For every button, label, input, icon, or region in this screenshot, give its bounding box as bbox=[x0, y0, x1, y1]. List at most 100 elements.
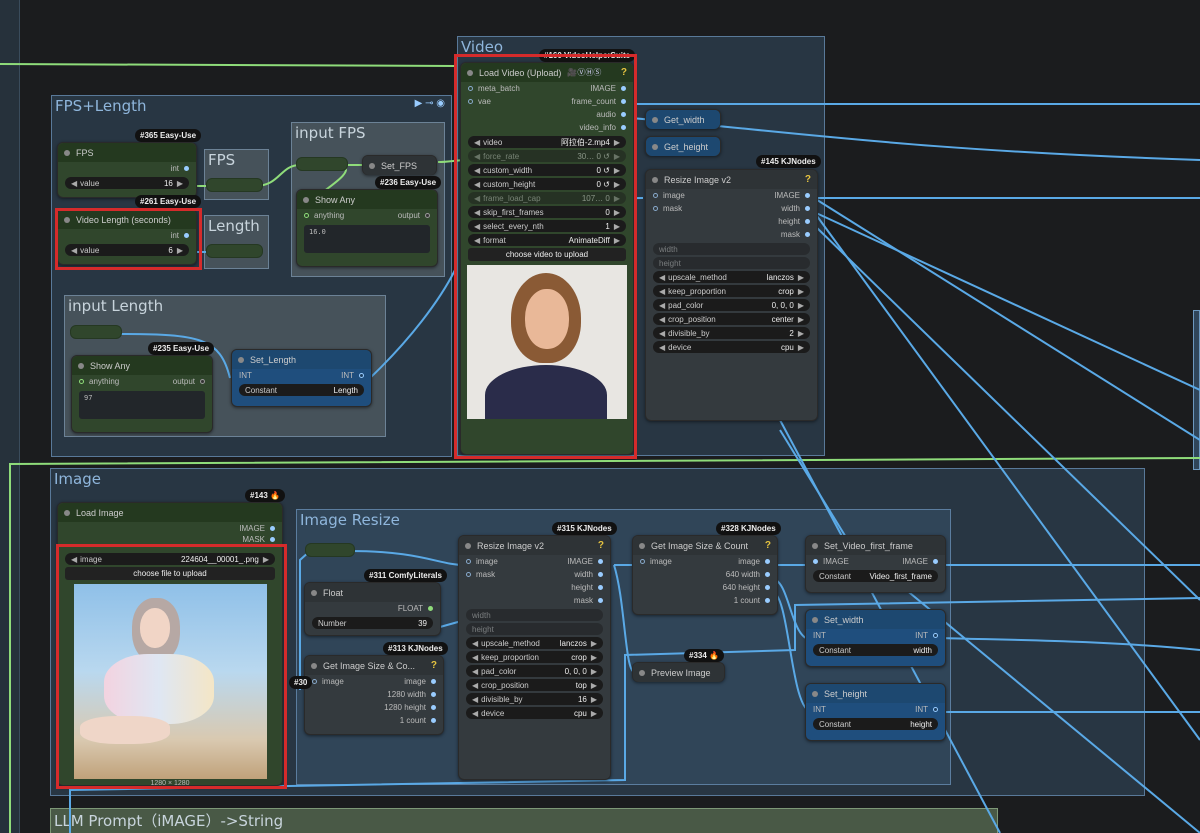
output-slot[interactable] bbox=[184, 166, 189, 171]
set-height-node[interactable]: Set_height INT INT Constant height bbox=[805, 683, 946, 741]
arrow-right-icon[interactable]: ▶ bbox=[591, 681, 597, 690]
output-slot[interactable] bbox=[765, 559, 770, 564]
input-slot[interactable] bbox=[640, 559, 645, 564]
arrow-right-icon[interactable]: ▶ bbox=[798, 329, 804, 338]
combo-widget[interactable]: ◀ keep_proportion crop ▶ bbox=[653, 285, 810, 297]
input-slot[interactable] bbox=[312, 679, 317, 684]
value-widget[interactable]: ◀ value 16 ▶ bbox=[65, 177, 189, 189]
arrow-left-icon[interactable]: ◀ bbox=[472, 639, 478, 648]
output-slot[interactable] bbox=[621, 125, 626, 130]
set-video-first-frame-node[interactable]: Set_Video_first_frame IMAGE IMAGE Constan… bbox=[805, 535, 946, 593]
output-slot[interactable] bbox=[598, 572, 603, 577]
arrow-left-icon[interactable]: ◀ bbox=[659, 287, 665, 296]
output-slot[interactable] bbox=[805, 219, 810, 224]
combo-widget[interactable]: ◀ crop_position center ▶ bbox=[653, 313, 810, 325]
node-canvas[interactable]: Video FPS+Length ▶ ⊸ ◉ input FPS FPS Len… bbox=[0, 0, 1200, 833]
output-slot[interactable] bbox=[621, 99, 626, 104]
arrow-left-icon[interactable]: ◀ bbox=[659, 315, 665, 324]
arrow-left-icon[interactable]: ◀ bbox=[659, 329, 665, 338]
group-fps-small[interactable]: FPS bbox=[204, 149, 269, 200]
combo-widget[interactable]: ◀ custom_height 0 ↺ ▶ bbox=[468, 178, 626, 190]
combo-widget[interactable]: ◀ skip_first_frames 0 ▶ bbox=[468, 206, 626, 218]
arrow-right-icon[interactable]: ▶ bbox=[798, 287, 804, 296]
arrow-right-icon[interactable]: ▶ bbox=[591, 667, 597, 676]
combo-widget[interactable]: ◀ keep_proportion crop ▶ bbox=[466, 651, 603, 663]
combo-widget[interactable]: ◀ device cpu ▶ bbox=[466, 707, 603, 719]
arrow-left-icon[interactable]: ◀ bbox=[472, 681, 478, 690]
preview-image-node[interactable]: Preview Image bbox=[632, 662, 725, 682]
arrow-right-icon[interactable]: ▶ bbox=[614, 222, 620, 231]
output-slot[interactable] bbox=[805, 193, 810, 198]
get-height-node[interactable]: Get_height bbox=[645, 136, 721, 156]
arrow-right-icon[interactable]: ▶ bbox=[614, 236, 620, 245]
output-slot[interactable] bbox=[270, 536, 275, 542]
reroute-node[interactable] bbox=[296, 157, 348, 171]
arrow-left-icon[interactable]: ◀ bbox=[474, 194, 480, 203]
input-slot[interactable] bbox=[468, 99, 473, 104]
combo-widget[interactable]: ◀ pad_color 0, 0, 0 ▶ bbox=[466, 665, 603, 677]
arrow-right-icon[interactable]: ▶ bbox=[798, 273, 804, 282]
arrow-left-icon[interactable]: ◀ bbox=[659, 343, 665, 352]
arrow-right-icon[interactable]: ▶ bbox=[798, 315, 804, 324]
combo-widget[interactable]: ◀ frame_load_cap 107… 0 ▶ bbox=[468, 192, 626, 204]
output-slot[interactable] bbox=[270, 526, 275, 531]
input-slot[interactable] bbox=[653, 193, 658, 198]
output-slot[interactable] bbox=[598, 585, 603, 590]
resize-image-node-top[interactable]: Resize Image v2? image IMAGE mask width heig… bbox=[645, 169, 818, 421]
input-slot[interactable] bbox=[468, 86, 473, 91]
get-width-node[interactable]: Get_width bbox=[645, 109, 721, 129]
help-icon[interactable]: ? bbox=[805, 174, 811, 185]
output-slot[interactable] bbox=[621, 86, 626, 91]
output-slot[interactable] bbox=[431, 705, 436, 710]
combo-widget[interactable]: ◀ format AnimateDiff ▶ bbox=[468, 234, 626, 246]
output-slot[interactable] bbox=[765, 598, 770, 603]
set-width-node[interactable]: Set_width INT INT Constant width bbox=[805, 609, 946, 667]
video-length-node[interactable]: Video Length (seconds) int ◀ value 6 ▶ bbox=[57, 209, 197, 265]
arrow-right-icon[interactable]: ▶ bbox=[591, 695, 597, 704]
arrow-right-icon[interactable]: ▶ bbox=[614, 180, 620, 189]
arrow-right-icon[interactable]: ▶ bbox=[614, 138, 620, 147]
arrow-left-icon[interactable]: ◀ bbox=[472, 695, 478, 704]
arrow-left-icon[interactable]: ◀ bbox=[474, 138, 480, 147]
arrow-right-icon[interactable]: ▶ bbox=[614, 166, 620, 175]
arrow-left-icon[interactable]: ◀ bbox=[474, 166, 480, 175]
arrow-left-icon[interactable]: ◀ bbox=[472, 667, 478, 676]
combo-widget[interactable]: ◀ divisible_by 2 ▶ bbox=[653, 327, 810, 339]
output-slot[interactable] bbox=[805, 232, 810, 237]
combo-widget[interactable]: ◀ force_rate 30… 0 ↺ ▶ bbox=[468, 150, 626, 162]
arrow-left-icon[interactable]: ◀ bbox=[474, 180, 480, 189]
get-image-size-node[interactable]: Get Image Size & Co...? image image 1280 w… bbox=[304, 655, 444, 735]
constant-widget[interactable]: Constant width bbox=[813, 644, 938, 656]
group-length-small[interactable]: Length bbox=[204, 215, 269, 269]
reroute-node[interactable] bbox=[305, 543, 355, 557]
arrow-left-icon[interactable]: ◀ bbox=[474, 222, 480, 231]
arrow-right-icon[interactable]: ▶ bbox=[591, 709, 597, 718]
output-slot[interactable] bbox=[431, 679, 436, 684]
fps-node[interactable]: FPS int ◀ value 16 ▶ bbox=[57, 142, 197, 198]
image-select-widget[interactable]: ◀ image 224604__00001_.png ▶ bbox=[65, 553, 275, 565]
output-slot[interactable] bbox=[805, 206, 810, 211]
load-image-node[interactable]: Load Image IMAGE MASK ◀ image 224604__0000… bbox=[57, 502, 283, 787]
combo-widget[interactable]: ◀ divisible_by 16 ▶ bbox=[466, 693, 603, 705]
combo-widget[interactable]: ◀ select_every_nth 1 ▶ bbox=[468, 220, 626, 232]
output-slot[interactable] bbox=[598, 559, 603, 564]
reroute-node[interactable] bbox=[206, 244, 263, 258]
float-node[interactable]: Float FLOAT Number 39 bbox=[304, 582, 441, 636]
arrow-right-icon[interactable]: ▶ bbox=[798, 343, 804, 352]
combo-widget[interactable]: ◀ upscale_method lanczos ▶ bbox=[653, 271, 810, 283]
load-video-node[interactable]: Load Video (Upload) 🎥ⓋⒽⓈ? meta_batch IMAGE… bbox=[460, 62, 634, 455]
output-slot[interactable] bbox=[765, 585, 770, 590]
output-text[interactable]: 97 bbox=[79, 391, 205, 419]
constant-widget[interactable]: Constant height bbox=[813, 718, 938, 730]
arrow-left-icon[interactable]: ◀ bbox=[659, 273, 665, 282]
combo-widget[interactable]: ◀ device cpu ▶ bbox=[653, 341, 810, 353]
combo-widget[interactable]: ◀ custom_width 0 ↺ ▶ bbox=[468, 164, 626, 176]
combo-widget[interactable]: ◀ video 阿拉伯-2.mp4 ▶ bbox=[468, 136, 626, 148]
help-icon[interactable]: ? bbox=[598, 540, 604, 551]
help-icon[interactable]: ? bbox=[765, 540, 771, 551]
output-slot[interactable] bbox=[184, 233, 189, 238]
value-widget[interactable]: ◀ value 6 ▶ bbox=[65, 244, 189, 256]
output-slot[interactable] bbox=[621, 112, 626, 117]
number-widget[interactable]: Number 39 bbox=[312, 617, 433, 629]
combo-widget[interactable]: ◀ crop_position top ▶ bbox=[466, 679, 603, 691]
